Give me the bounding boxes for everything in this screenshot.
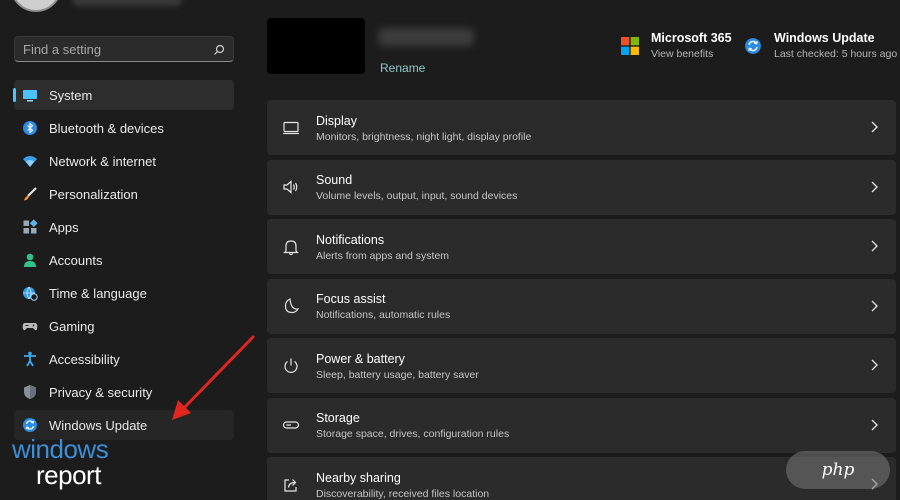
sidebar-item-label: Bluetooth & devices xyxy=(49,120,164,136)
php-watermark-text: php xyxy=(821,460,855,480)
avatar[interactable] xyxy=(10,0,62,12)
setting-row-storage[interactable]: Storage Storage space, drives, configura… xyxy=(267,397,896,453)
php-watermark: php xyxy=(786,451,890,489)
setting-row-display[interactable]: Display Monitors, brightness, night ligh… xyxy=(267,100,896,155)
search-box[interactable] xyxy=(14,36,234,62)
setting-title: Power & battery xyxy=(316,351,405,366)
settings-list: Display Monitors, brightness, night ligh… xyxy=(267,100,896,500)
setting-row-power-battery[interactable]: Power & battery Sleep, battery usage, ba… xyxy=(267,338,896,393)
bell-icon xyxy=(281,237,301,257)
logo-line-windows: windows xyxy=(12,434,109,464)
setting-row-focus-assist[interactable]: Focus assist Notifications, automatic ru… xyxy=(267,278,896,334)
display-icon xyxy=(281,118,301,138)
setting-subtitle: Sleep, battery usage, battery saver xyxy=(316,368,479,381)
sidebar-item-time-language[interactable]: Time & language xyxy=(14,278,234,308)
sidebar-item-label: Gaming xyxy=(49,318,95,334)
chevron-right-icon xyxy=(869,358,879,372)
sidebar-item-label: Accounts xyxy=(49,252,103,268)
storage-icon xyxy=(281,415,301,435)
setting-title: Sound xyxy=(316,173,353,187)
shield-icon xyxy=(22,384,38,400)
sidebar-item-network-internet[interactable]: Network & internet xyxy=(14,146,234,176)
update-icon xyxy=(744,37,762,55)
windows-update-card[interactable]: Windows Update Last checked: 5 hours ago xyxy=(744,30,897,60)
user-name-redacted xyxy=(72,0,182,6)
setting-title: Nearby sharing xyxy=(316,470,401,485)
annotation-arrow-icon xyxy=(172,335,255,420)
setting-subtitle: Monitors, brightness, night light, displ… xyxy=(316,130,532,143)
sidebar-item-label: Personalization xyxy=(49,186,138,202)
device-name-redacted xyxy=(378,28,474,46)
speaker-icon xyxy=(281,177,301,197)
setting-title: Storage xyxy=(316,411,360,425)
setting-title: Display xyxy=(316,113,357,128)
sidebar-item-label: Network & internet xyxy=(49,153,156,169)
moon-icon xyxy=(281,296,301,316)
search-icon[interactable] xyxy=(213,43,225,55)
update-icon xyxy=(22,417,38,433)
globe-clock-icon xyxy=(22,285,38,301)
chevron-right-icon xyxy=(869,120,879,134)
setting-row-sound[interactable]: Sound Volume levels, output, input, soun… xyxy=(267,159,896,215)
chevron-right-icon xyxy=(869,299,879,313)
chevron-right-icon xyxy=(869,180,879,194)
apps-icon xyxy=(22,219,38,235)
setting-row-notifications[interactable]: Notifications Alerts from apps and syste… xyxy=(267,219,896,274)
share-icon xyxy=(281,475,301,495)
power-icon xyxy=(281,356,301,376)
windows-report-logo: windows report xyxy=(12,436,137,492)
wifi-icon xyxy=(22,153,38,169)
windows-update-title: Windows Update xyxy=(774,31,875,45)
setting-subtitle: Notifications, automatic rules xyxy=(316,309,451,321)
sidebar-item-label: Time & language xyxy=(49,285,147,301)
sidebar-item-label: Privacy & security xyxy=(49,384,153,400)
chevron-right-icon xyxy=(869,418,879,432)
sidebar-item-label: System xyxy=(49,87,93,103)
logo-line-report: report xyxy=(36,460,101,490)
setting-title: Notifications xyxy=(316,232,385,247)
sidebar-item-bluetooth-devices[interactable]: Bluetooth & devices xyxy=(14,113,234,143)
sidebar-item-label: Apps xyxy=(49,219,79,235)
setting-subtitle: Alerts from apps and system xyxy=(316,249,450,262)
sidebar-item-label: Windows Update xyxy=(49,417,148,433)
chevron-right-icon xyxy=(869,239,879,253)
sidebar-item-apps[interactable]: Apps xyxy=(14,212,234,242)
setting-subtitle: Volume levels, output, input, sound devi… xyxy=(316,190,518,202)
person-icon xyxy=(22,252,38,268)
microsoft-365-title: Microsoft 365 xyxy=(651,31,732,45)
monitor-icon xyxy=(22,87,38,103)
rename-link[interactable]: Rename xyxy=(380,61,425,75)
search-input[interactable] xyxy=(23,41,213,57)
sidebar-item-system[interactable]: System xyxy=(13,80,234,110)
windows-update-last-checked: Last checked: 5 hours ago xyxy=(774,48,898,60)
microsoft-365-subtitle: View benefits xyxy=(651,48,714,60)
brush-icon xyxy=(22,186,38,202)
gamepad-icon xyxy=(22,318,38,334)
sidebar-item-personalization[interactable]: Personalization xyxy=(14,179,234,209)
accessibility-icon xyxy=(22,351,38,367)
setting-subtitle: Storage space, drives, configuration rul… xyxy=(316,428,510,440)
bluetooth-icon xyxy=(22,120,38,136)
sidebar-item-accounts[interactable]: Accounts xyxy=(14,245,234,275)
microsoft-365-card[interactable]: Microsoft 365 View benefits xyxy=(621,30,732,60)
sidebar-item-label: Accessibility xyxy=(49,351,120,367)
setting-title: Focus assist xyxy=(316,292,386,306)
microsoft-logo-icon xyxy=(621,37,639,55)
setting-subtitle: Discoverability, received files location xyxy=(316,487,490,500)
device-image xyxy=(267,18,365,74)
